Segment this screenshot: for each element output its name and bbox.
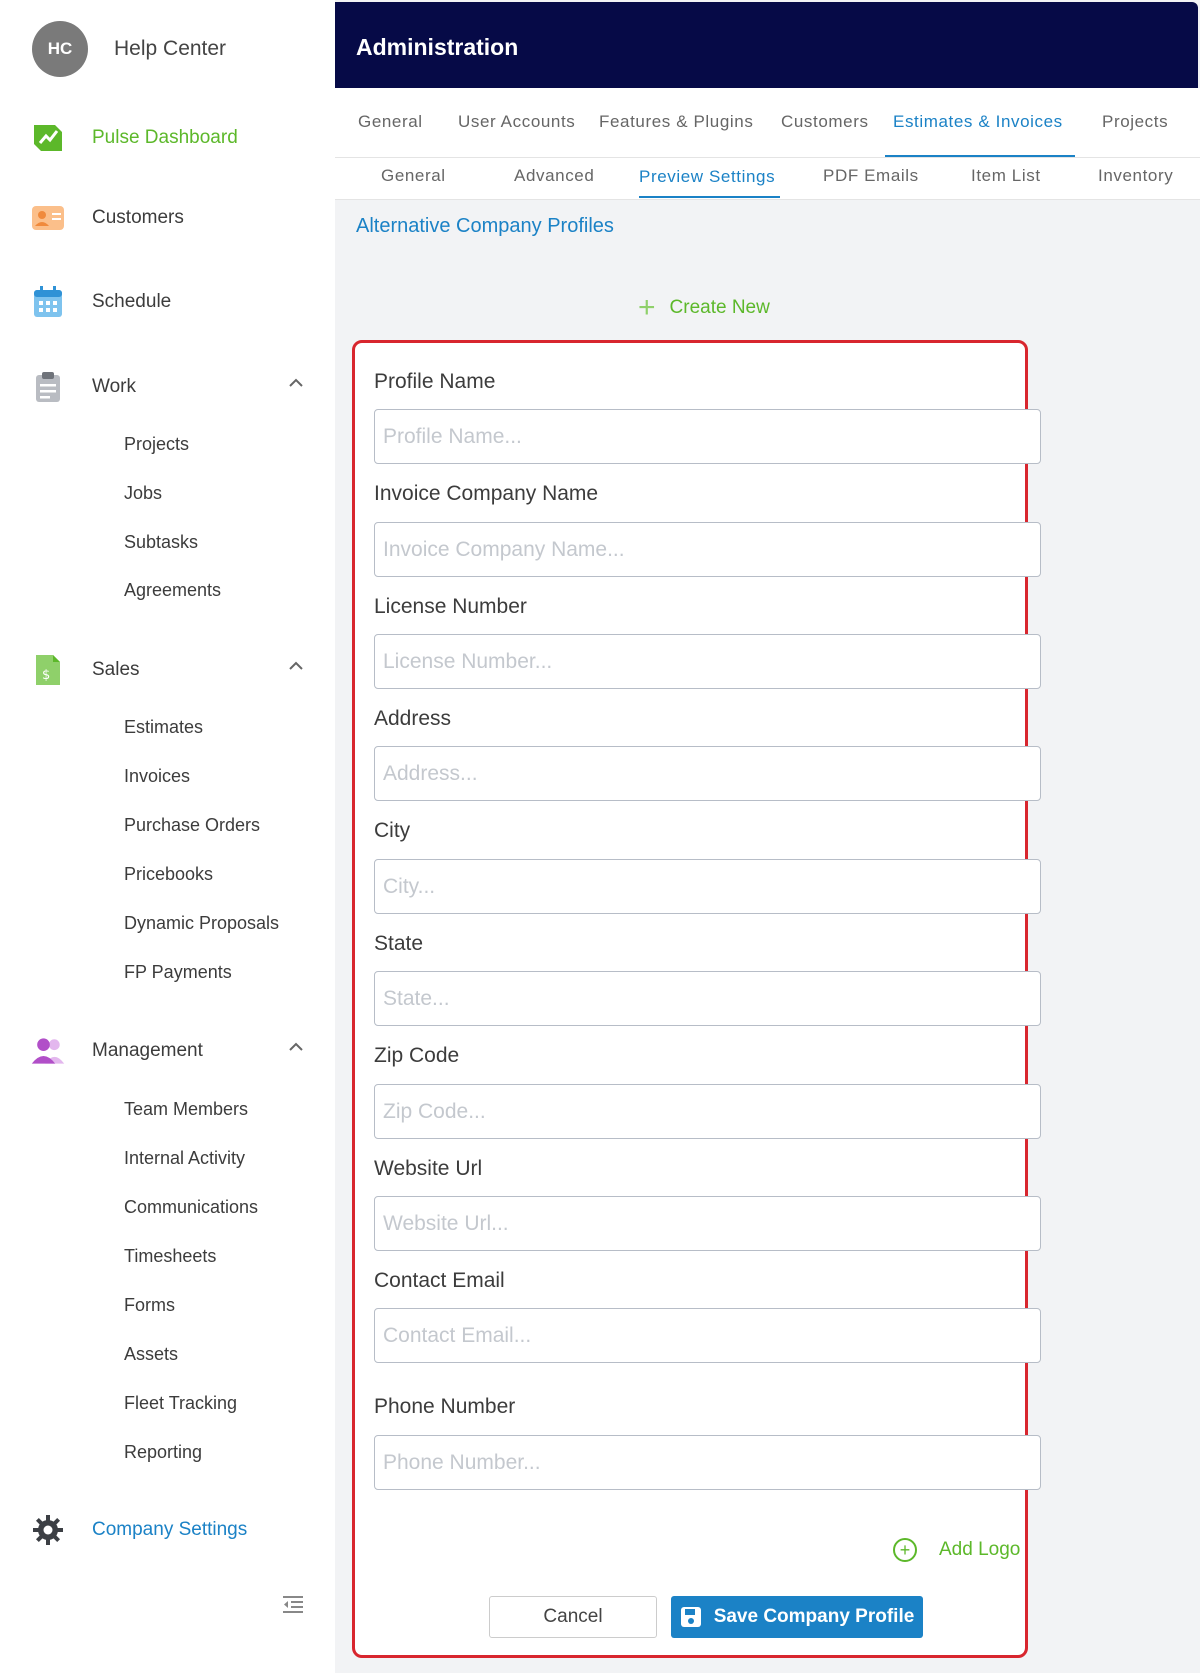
users-icon [30,1033,66,1069]
avatar[interactable]: HC [32,21,88,77]
primary-tabs: General User Accounts Features & Plugins… [335,88,1200,158]
sidebar-item-label: Sales [92,659,140,680]
sidebar-item-company-settings[interactable]: Company Settings [30,1512,247,1548]
contact-card-icon [30,200,66,236]
sidebar-subitem-fp-payments[interactable]: FP Payments [124,962,232,983]
license-number-input[interactable] [374,634,1041,689]
tab-general[interactable]: General [358,112,423,132]
sidebar-subitem-agreements[interactable]: Agreements [124,580,221,601]
invoice-company-name-label: Invoice Company Name [374,482,599,505]
page-title: Administration [335,2,1198,88]
sidebar-subitem-dynamic-proposals[interactable]: Dynamic Proposals [124,913,279,934]
tab-item-list[interactable]: Item List [971,166,1041,186]
sidebar-item-customers[interactable]: Customers [30,200,184,236]
sidebar-subitem-team-members[interactable]: Team Members [124,1099,248,1120]
sidebar-subitem-invoices[interactable]: Invoices [124,766,190,787]
svg-text:$: $ [42,668,50,683]
sidebar-item-label: Company Settings [92,1519,248,1540]
profile-name-input[interactable] [374,409,1041,464]
clipboard-icon [30,369,66,405]
pulse-dashboard-icon [30,120,66,156]
add-circle-icon: + [893,1538,917,1562]
zip-code-label: Zip Code [374,1044,460,1067]
section-title: Alternative Company Profiles [356,215,614,237]
zip-code-input[interactable] [374,1084,1041,1139]
sidebar-subitem-reporting[interactable]: Reporting [124,1442,202,1463]
collapse-sidebar-icon[interactable] [281,1594,305,1614]
contact-email-label: Contact Email [374,1269,505,1292]
profile-name-label: Profile Name [374,370,496,393]
sidebar-item-work[interactable]: Work [30,369,136,405]
sidebar-subitem-assets[interactable]: Assets [124,1344,178,1365]
address-label: Address [374,707,452,730]
sidebar-subitem-timesheets[interactable]: Timesheets [124,1246,216,1267]
profile[interactable]: HC Help Center [32,21,226,77]
profile-name[interactable]: Help Center [114,37,226,61]
sidebar-subitem-communications[interactable]: Communications [124,1197,258,1218]
sidebar-item-pulse-dashboard[interactable]: Pulse Dashboard [30,120,238,156]
invoice-company-name-input[interactable] [374,522,1041,577]
state-label: State [374,932,424,955]
chevron-up-icon[interactable] [286,656,306,676]
sidebar-subitem-internal-activity[interactable]: Internal Activity [124,1148,245,1169]
calendar-icon [30,284,66,320]
chevron-up-icon[interactable] [286,1037,306,1057]
tab-inventory[interactable]: Inventory [1098,166,1173,186]
company-profile-form: Profile Name Invoice Company Name Licens… [352,340,1041,1658]
phone-number-input[interactable] [374,1435,1041,1490]
license-number-label: License Number [374,595,527,618]
phone-number-label: Phone Number [374,1395,516,1418]
sidebar: HC Help Center Pulse Dashboard Customers… [0,0,335,1673]
sidebar-item-label: Schedule [92,291,172,312]
cancel-button[interactable]: Cancel [489,1596,657,1638]
sidebar-item-label: Management [92,1040,203,1061]
tab-projects[interactable]: Projects [1102,112,1168,132]
save-label: Save Company Profile [713,1606,915,1627]
tab-features-plugins[interactable]: Features & Plugins [599,112,753,132]
sidebar-item-schedule[interactable]: Schedule [30,284,171,320]
add-logo-label: Add Logo [939,1539,1021,1560]
address-input[interactable] [374,746,1041,801]
save-company-profile-button[interactable]: Save Company Profile [671,1596,923,1638]
sidebar-item-label: Pulse Dashboard [92,127,238,148]
plus-icon: + [638,291,656,324]
sidebar-item-sales[interactable]: $ Sales [30,652,140,688]
tab-general-sub[interactable]: General [381,166,446,186]
sidebar-subitem-fleet-tracking[interactable]: Fleet Tracking [124,1393,237,1414]
tab-customers[interactable]: Customers [781,112,869,132]
contact-email-input[interactable] [374,1308,1041,1363]
state-input[interactable] [374,971,1041,1026]
city-input[interactable] [374,859,1041,914]
website-url-input[interactable] [374,1196,1041,1251]
create-new-label: Create New [669,297,770,318]
dollar-document-icon: $ [30,652,66,688]
chevron-up-icon[interactable] [286,373,306,393]
website-url-label: Website Url [374,1157,483,1180]
sidebar-subitem-subtasks[interactable]: Subtasks [124,532,198,553]
active-tab-indicator [885,155,1075,157]
tab-estimates-invoices[interactable]: Estimates & Invoices [893,112,1063,132]
gear-icon [30,1512,66,1548]
secondary-tabs: General Advanced Preview Settings PDF Em… [335,158,1200,200]
tab-user-accounts[interactable]: User Accounts [458,112,575,132]
sidebar-subitem-forms[interactable]: Forms [124,1295,175,1316]
sidebar-item-label: Customers [92,207,184,228]
city-label: City [374,819,411,842]
tab-advanced[interactable]: Advanced [514,166,594,186]
sidebar-subitem-estimates[interactable]: Estimates [124,717,203,738]
sidebar-subitem-projects[interactable]: Projects [124,434,189,455]
create-new-button[interactable]: + Create New [638,293,770,323]
add-logo-button[interactable]: + Add Logo [893,1538,1020,1562]
sidebar-subitem-jobs[interactable]: Jobs [124,483,162,504]
tab-pdf-emails[interactable]: PDF Emails [823,166,919,186]
sidebar-subitem-pricebooks[interactable]: Pricebooks [124,864,213,885]
sidebar-subitem-purchase-orders[interactable]: Purchase Orders [124,815,260,836]
save-icon [680,1606,702,1628]
tab-preview-settings[interactable]: Preview Settings [639,167,775,187]
active-subtab-indicator [639,196,780,198]
sidebar-item-label: Work [92,376,136,397]
sidebar-item-management[interactable]: Management [30,1033,203,1069]
